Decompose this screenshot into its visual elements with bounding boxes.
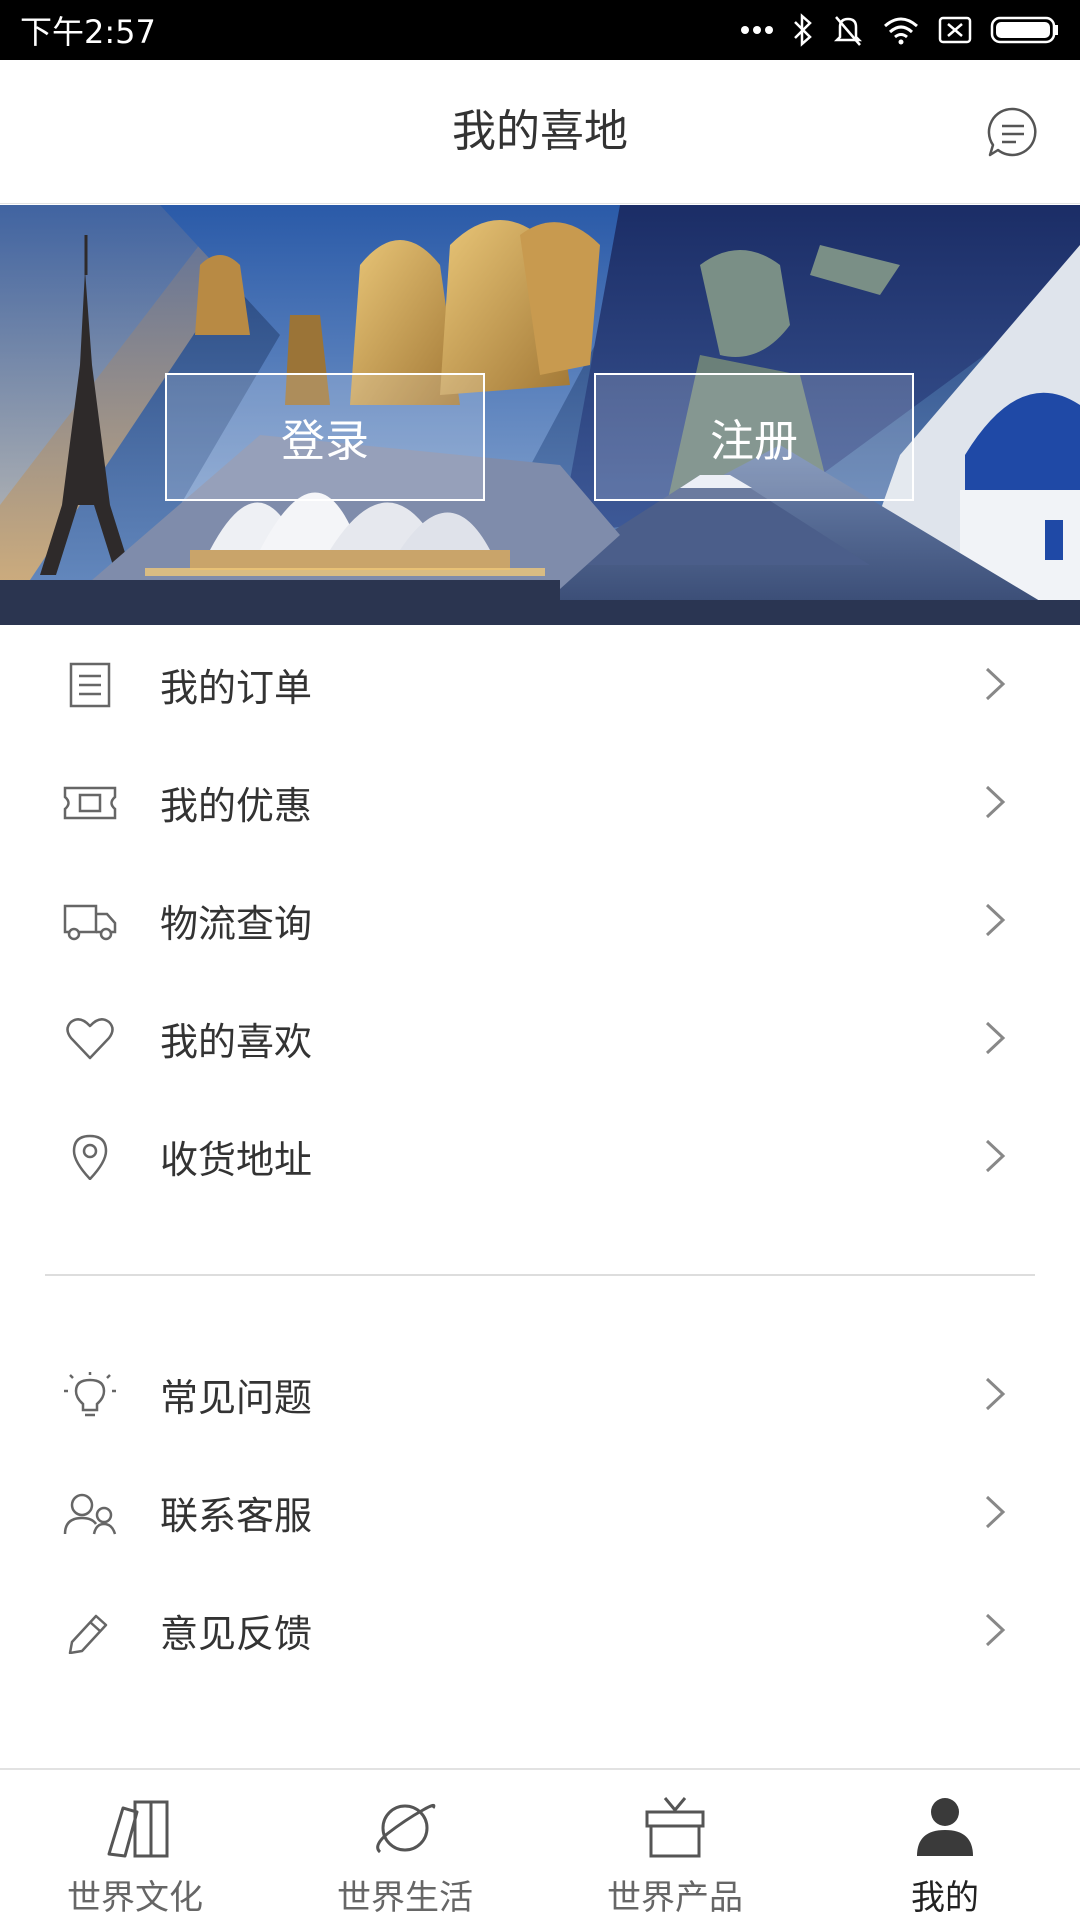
nav-label: 我的 [911, 1878, 979, 1918]
banner: 登录 注册 [0, 205, 1080, 625]
menu-item-logistics[interactable]: 物流查询 [0, 861, 1080, 979]
help-menu: 常见问题 联系客服 意见反馈 [0, 1335, 1080, 1689]
menu-item-label: 我的订单 [160, 665, 313, 710]
menu-item-faq[interactable]: 常见问题 [0, 1335, 1080, 1453]
order-list-icon [69, 662, 111, 708]
truck-icon [63, 904, 117, 941]
chevron-right-icon [985, 667, 1006, 701]
menu-item-label: 物流查询 [160, 901, 313, 946]
books-icon [107, 1800, 169, 1858]
nav-tab-world-life[interactable]: 世界生活 [270, 1770, 540, 1920]
mute-bell-icon [833, 16, 863, 46]
status-icons [740, 13, 1060, 47]
login-button[interactable]: 登录 [165, 373, 485, 501]
chat-bubble-icon [987, 107, 1037, 157]
menu-item-feedback[interactable]: 意见反馈 [0, 1571, 1080, 1689]
customer-service-icon [63, 1493, 117, 1535]
chevron-right-icon [985, 1021, 1006, 1055]
menu-item-address[interactable]: 收货地址 [0, 1097, 1080, 1215]
bottom-nav: 世界文化 世界生活 世界产品 我的 [0, 1768, 1080, 1920]
heart-icon [66, 1018, 114, 1060]
message-button[interactable] [986, 105, 1040, 159]
menu-item-label: 联系客服 [160, 1493, 313, 1538]
chevron-right-icon [985, 1377, 1006, 1411]
user-icon [917, 1798, 973, 1856]
chevron-right-icon [985, 1495, 1006, 1529]
menu-item-label: 我的喜欢 [160, 1019, 313, 1064]
location-pin-icon [72, 1134, 108, 1180]
menu-item-coupons[interactable]: 我的优惠 [0, 743, 1080, 861]
nav-label: 世界文化 [67, 1878, 203, 1918]
page-title: 我的喜地 [452, 106, 628, 157]
menu-item-label: 常见问题 [160, 1375, 313, 1420]
app-header: 我的喜地 [0, 60, 1080, 204]
more-dots-icon [741, 26, 773, 34]
bluetooth-icon [794, 13, 812, 47]
wifi-icon [884, 17, 918, 45]
nav-label: 世界产品 [607, 1878, 743, 1918]
coupon-icon [63, 786, 117, 820]
menu-item-label: 我的优惠 [160, 783, 313, 828]
banner-landmarks-image [0, 205, 1080, 625]
menu-item-favorites[interactable]: 我的喜欢 [0, 979, 1080, 1097]
nav-label: 世界生活 [337, 1878, 473, 1918]
menu-item-customer-service[interactable]: 联系客服 [0, 1453, 1080, 1571]
nav-tab-mine[interactable]: 我的 [810, 1770, 1080, 1920]
chevron-right-icon [985, 1613, 1006, 1647]
status-time: 下午2:57 [20, 13, 156, 51]
account-menu: 我的订单 我的优惠 物流查询 我的喜欢 收货地址 [0, 625, 1080, 1215]
section-divider [45, 1274, 1035, 1276]
no-sim-icon [938, 16, 972, 44]
status-bar: 下午2:57 [0, 0, 1080, 60]
gift-box-icon [645, 1797, 705, 1858]
chevron-right-icon [985, 785, 1006, 819]
menu-item-label: 意见反馈 [160, 1611, 313, 1656]
lightbulb-icon [64, 1372, 116, 1417]
chevron-right-icon [985, 903, 1006, 937]
battery-icon [990, 16, 1058, 44]
menu-item-orders[interactable]: 我的订单 [0, 625, 1080, 743]
nav-tab-world-culture[interactable]: 世界文化 [0, 1770, 270, 1920]
planet-icon [376, 1803, 436, 1854]
register-button[interactable]: 注册 [594, 373, 914, 501]
nav-tab-world-products[interactable]: 世界产品 [540, 1770, 810, 1920]
pencil-icon [68, 1614, 108, 1654]
menu-item-label: 收货地址 [160, 1137, 313, 1182]
chevron-right-icon [985, 1139, 1006, 1173]
